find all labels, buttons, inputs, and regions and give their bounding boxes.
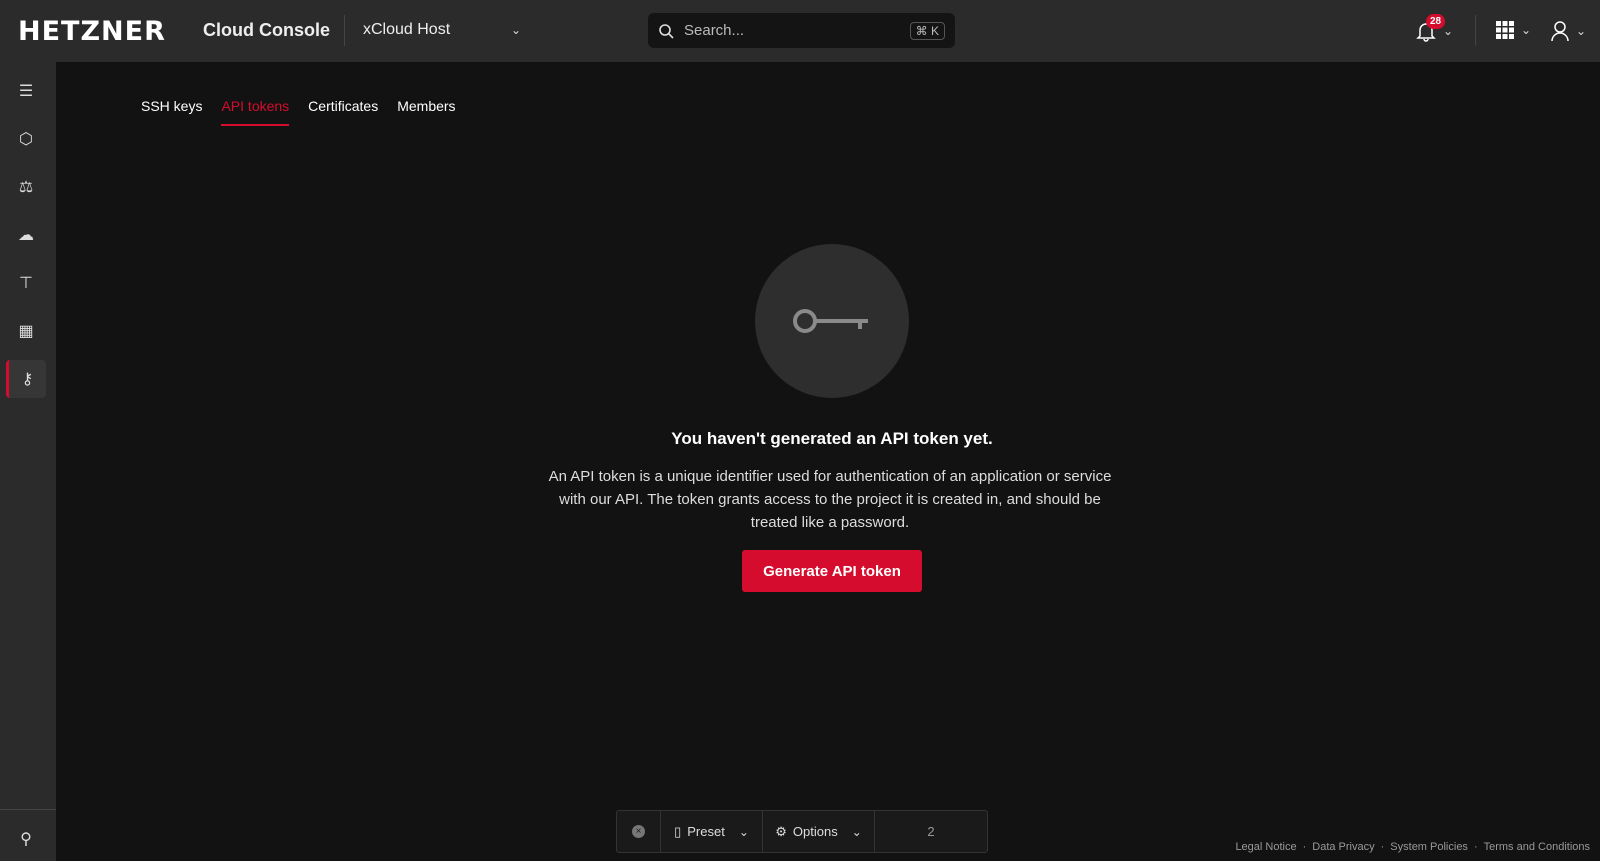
chevron-down-icon: ⌄ [738, 824, 749, 839]
chevron-down-icon: ⌄ [1576, 24, 1587, 38]
server-icon: ☰ [18, 83, 34, 100]
chevron-down-icon: ⌄ [851, 824, 862, 839]
tab-ssh-keys[interactable]: SSH keys [141, 98, 202, 126]
chevron-down-icon: ⌄ [511, 23, 522, 37]
tab-api-tokens[interactable]: API tokens [221, 98, 290, 126]
top-bar: HETZNER Cloud Console xCloud Host ⌄ Searc… [0, 0, 1600, 62]
divider [344, 15, 345, 46]
sidebar: ☰ ⬡ ⚖ ☁ ⊤ ▦ ⚷ ⚲ [0, 62, 56, 861]
key-icon: ⚷ [21, 371, 34, 388]
sidebar-item-networks[interactable]: ⊤ [6, 264, 46, 302]
volume-icon: ☁ [18, 227, 34, 244]
sidebar-item-security[interactable]: ⚷ [6, 360, 46, 398]
footer-link-terms[interactable]: Terms and Conditions [1484, 841, 1590, 853]
footer-link-system-policies[interactable]: System Policies [1390, 841, 1468, 853]
preset-dropdown[interactable]: ▯ Preset ⌄ [661, 811, 763, 852]
footer-links: Legal Notice · Data Privacy · System Polic… [1235, 841, 1590, 853]
close-toolbar-button[interactable]: × [617, 811, 661, 852]
search-input[interactable]: Search... ⌘ K [648, 13, 955, 48]
apps-menu-button[interactable]: ⌄ [1495, 20, 1531, 40]
preset-label: Preset [687, 824, 725, 839]
empty-state-title: You haven't generated an API token yet. [671, 429, 993, 448]
chevron-down-icon: ⌄ [1521, 23, 1532, 37]
hetzner-logo[interactable]: HETZNER [18, 16, 166, 47]
sidebar-item-volumes[interactable]: ☁ [6, 216, 46, 254]
bottom-toolbar: × ▯ Preset ⌄ ⚙ Options ⌄ 2 [616, 810, 988, 853]
search-placeholder: Search... [684, 22, 745, 39]
user-menu-button[interactable]: ⌄ [1550, 20, 1586, 42]
footer-link-data-privacy[interactable]: Data Privacy [1312, 841, 1374, 853]
sidebar-item-load-balancers[interactable]: ⚖ [6, 168, 46, 206]
generate-api-token-button[interactable]: Generate API token [742, 550, 922, 592]
load-balancer-icon: ⚖ [18, 179, 34, 196]
search-icon [659, 23, 674, 39]
close-icon: × [632, 825, 645, 838]
tab-members[interactable]: Members [397, 98, 455, 126]
tab-certificates[interactable]: Certificates [308, 98, 378, 126]
user-icon [1551, 21, 1569, 42]
app-title: Cloud Console [203, 20, 330, 40]
pin-sidebar-button[interactable]: ⚲ [6, 820, 46, 858]
sidebar-item-firewalls[interactable]: ▦ [6, 312, 46, 350]
project-name: xCloud Host [363, 21, 451, 38]
options-label: Options [792, 824, 838, 839]
options-dropdown[interactable]: ⚙ Options ⌄ [763, 811, 875, 852]
divider [0, 809, 56, 810]
cube-icon: ⬡ [19, 131, 33, 148]
empty-state-illustration [755, 244, 909, 398]
empty-state-description: An API token is a unique identifier used… [548, 468, 1112, 531]
grid-icon [1496, 21, 1514, 39]
network-icon: ⊤ [19, 275, 33, 292]
pin-icon: ⚲ [20, 831, 32, 848]
divider [1475, 15, 1476, 46]
tabs: SSH keys API tokens Certificates Members [141, 98, 456, 126]
toolbar-count: 2 [927, 824, 935, 839]
footer-link-legal-notice[interactable]: Legal Notice [1235, 841, 1296, 853]
gear-icon: ⚙ [775, 823, 787, 839]
sidebar-item-servers[interactable]: ☰ [6, 72, 46, 110]
project-selector[interactable]: xCloud Host ⌄ [363, 21, 521, 39]
notification-badge: 28 [1426, 14, 1446, 29]
separator: · [1473, 841, 1478, 853]
sidebar-item-cloud-apps[interactable]: ⬡ [6, 120, 46, 158]
chevron-down-icon: ⌄ [1443, 24, 1454, 38]
key-icon [793, 309, 868, 333]
preset-icon: ▯ [674, 823, 682, 839]
firewall-icon: ▦ [18, 323, 34, 340]
search-shortcut: ⌘ K [909, 21, 945, 40]
separator: · [1302, 841, 1307, 853]
separator: · [1380, 841, 1385, 853]
